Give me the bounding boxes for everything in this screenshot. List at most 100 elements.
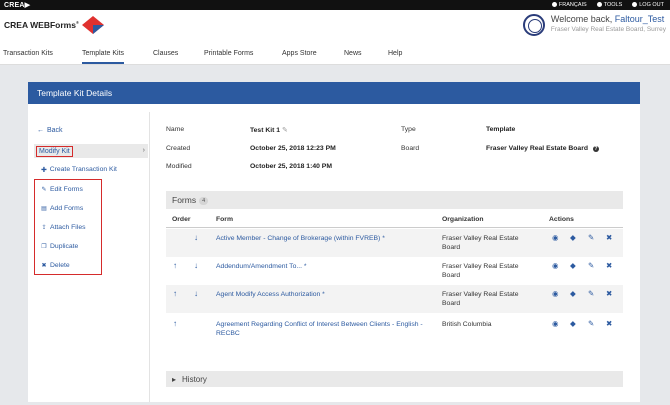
- globe-icon: [551, 2, 557, 7]
- table-header-divider: [166, 227, 623, 228]
- main-nav: Transaction Kits Template Kits Clauses P…: [0, 45, 670, 65]
- tools-link[interactable]: TOOLS: [596, 2, 622, 8]
- name-value: Test Kit 1 ✎: [250, 127, 288, 134]
- remove-icon[interactable]: ✖: [606, 261, 612, 270]
- edit-icon[interactable]: ✎: [588, 319, 594, 328]
- logo-diamond-icon: [81, 16, 104, 34]
- move-down-icon[interactable]: ↓: [194, 233, 198, 242]
- col-form: Form: [216, 216, 233, 223]
- board-label: Board: [401, 145, 420, 152]
- gear-icon: [596, 2, 602, 7]
- tag-icon[interactable]: ◆: [570, 289, 576, 298]
- divider: [149, 112, 150, 402]
- duplicate-link[interactable]: ❐ Duplicate: [41, 243, 78, 250]
- table-row: ↑ ↓ Agent Modify Access Authorization * …: [166, 285, 623, 313]
- move-up-icon[interactable]: ↑: [173, 319, 177, 328]
- tag-icon[interactable]: ◆: [570, 319, 576, 328]
- modified-value: October 25, 2018 1:40 PM: [250, 163, 332, 170]
- nav-apps-store[interactable]: Apps Store: [282, 50, 317, 57]
- type-value: Template: [486, 126, 516, 133]
- power-icon: [632, 2, 638, 7]
- view-icon[interactable]: ◉: [552, 261, 559, 270]
- move-down-icon[interactable]: ↓: [194, 289, 198, 298]
- board-value: Fraser Valley Real Estate Board ?: [486, 145, 599, 152]
- edit-icon[interactable]: ✎: [588, 261, 594, 270]
- document-icon: ▤: [41, 206, 47, 212]
- name-label: Name: [166, 126, 185, 133]
- chevron-right-icon: ›: [142, 147, 145, 154]
- edit-name-icon[interactable]: ✎: [282, 127, 288, 134]
- template-kit-panel: Template Kit Details ← Back Modify Kit › …: [28, 82, 640, 402]
- username[interactable]: Faltour_Test: [615, 14, 665, 24]
- history-section[interactable]: ▸ History: [166, 371, 623, 387]
- welcome-line: Welcome back, Faltour_Test: [550, 14, 665, 24]
- forms-section-header: Forms 4: [166, 191, 623, 209]
- form-link[interactable]: Agent Modify Access Authorization *: [216, 290, 426, 299]
- view-icon[interactable]: ◉: [552, 233, 559, 242]
- menu-modify-kit[interactable]: Modify Kit ›: [34, 144, 148, 158]
- nav-help[interactable]: Help: [388, 50, 402, 57]
- create-transaction-kit-link[interactable]: ✚ Create Transaction Kit: [41, 166, 117, 174]
- crea-brand: CREA▶: [4, 2, 31, 9]
- modified-label: Modified: [166, 163, 192, 170]
- remove-icon[interactable]: ✖: [606, 233, 612, 242]
- nav-transaction-kits[interactable]: Transaction Kits: [3, 50, 53, 57]
- created-label: Created: [166, 145, 191, 152]
- form-organization: Fraser Valley Real Estate Board: [442, 291, 519, 307]
- top-bar: CREA▶ FRANÇAIS TOOLS LOG OUT: [0, 0, 670, 10]
- back-link[interactable]: ← Back: [37, 127, 63, 134]
- logo-text: CREA WEBForms®: [4, 20, 79, 30]
- header: CREA WEBForms® Welcome back, Faltour_Tes…: [0, 10, 670, 45]
- copy-icon: ❐: [41, 244, 47, 250]
- remove-icon[interactable]: ✖: [606, 319, 612, 328]
- move-up-icon[interactable]: ↑: [173, 289, 177, 298]
- col-actions: Actions: [549, 216, 574, 223]
- tag-icon[interactable]: ◆: [570, 261, 576, 270]
- nav-printable-forms[interactable]: Printable Forms: [204, 50, 253, 57]
- forms-count-badge: 4: [199, 197, 209, 205]
- edit-icon[interactable]: ✎: [588, 233, 594, 242]
- form-link[interactable]: Active Member - Change of Brokerage (wit…: [216, 234, 426, 243]
- table-row: ↑ Agreement Regarding Conflict of Intere…: [166, 315, 623, 343]
- view-icon[interactable]: ◉: [552, 289, 559, 298]
- welcome-area: Welcome back, Faltour_Test Fraser Valley…: [522, 14, 666, 36]
- close-icon: ✖: [41, 263, 47, 269]
- edit-forms-link[interactable]: ✎ Edit Forms: [41, 186, 82, 193]
- top-links: FRANÇAIS TOOLS LOG OUT: [551, 2, 664, 8]
- tag-icon[interactable]: ◆: [570, 233, 576, 242]
- table-row: ↑ ↓ Addendum/Amendment To... * Fraser Va…: [166, 257, 623, 285]
- board-name: Fraser Valley Real Estate Board, Surrey: [550, 26, 666, 33]
- plus-icon: ✚: [41, 167, 47, 174]
- view-icon[interactable]: ◉: [552, 319, 559, 328]
- col-organization: Organization: [442, 216, 484, 223]
- form-organization: British Columbia: [442, 321, 492, 328]
- nav-template-kits[interactable]: Template Kits: [82, 50, 125, 64]
- language-link[interactable]: FRANÇAIS: [551, 2, 587, 8]
- pencil-icon: ✎: [41, 187, 47, 193]
- panel-title: Template Kit Details: [28, 82, 640, 104]
- delete-link[interactable]: ✖ Delete: [41, 262, 69, 269]
- move-down-icon[interactable]: ↓: [194, 261, 198, 270]
- arrow-left-icon: ←: [37, 127, 44, 134]
- col-order: Order: [172, 216, 191, 223]
- created-value: October 25, 2018 12:23 PM: [250, 145, 336, 152]
- webforms-logo[interactable]: CREA WEBForms®: [4, 14, 106, 36]
- caret-right-icon: ▸: [172, 374, 177, 384]
- help-icon[interactable]: ?: [592, 146, 599, 152]
- form-link[interactable]: Agreement Regarding Conflict of Interest…: [216, 320, 426, 338]
- upload-icon: ⇪: [41, 225, 47, 231]
- remove-icon[interactable]: ✖: [606, 289, 612, 298]
- modify-actions-box: ✎ Edit Forms ▤ Add Forms ⇪ Attach Files ❐ Du…: [34, 179, 102, 275]
- history-title: History: [182, 374, 207, 384]
- edit-icon[interactable]: ✎: [588, 289, 594, 298]
- nav-news[interactable]: News: [344, 50, 362, 57]
- attach-files-link[interactable]: ⇪ Attach Files: [41, 224, 85, 231]
- add-forms-link[interactable]: ▤ Add Forms: [41, 205, 83, 212]
- form-organization: Fraser Valley Real Estate Board: [442, 235, 519, 251]
- move-up-icon[interactable]: ↑: [173, 261, 177, 270]
- nav-clauses[interactable]: Clauses: [153, 50, 178, 57]
- form-organization: Fraser Valley Real Estate Board: [442, 263, 519, 279]
- board-seal-icon: [522, 14, 545, 36]
- form-link[interactable]: Addendum/Amendment To... *: [216, 262, 426, 271]
- logout-link[interactable]: LOG OUT: [632, 2, 664, 8]
